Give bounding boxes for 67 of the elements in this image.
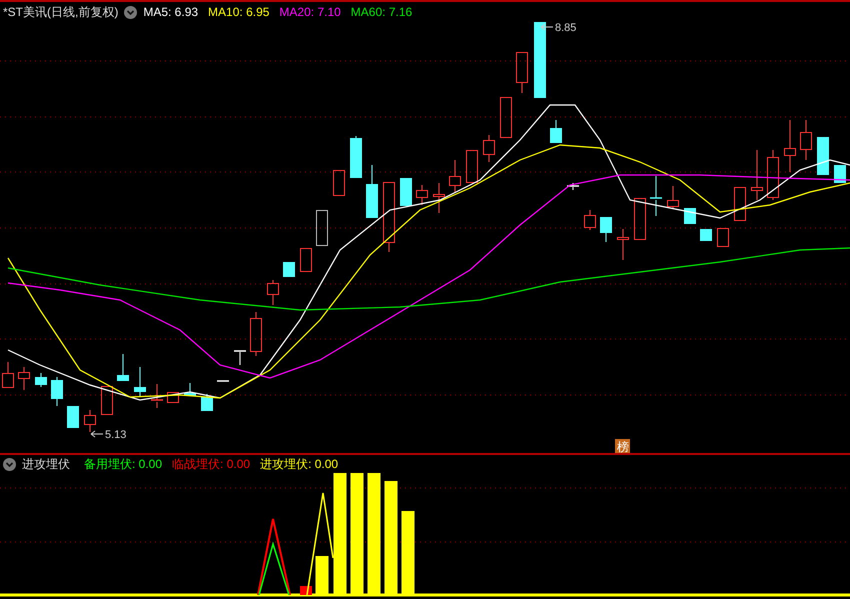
candlestick bbox=[567, 182, 579, 190]
candlestick bbox=[584, 210, 596, 230]
candlestick bbox=[333, 170, 345, 196]
candlestick bbox=[550, 120, 562, 144]
indicator-line bbox=[258, 541, 290, 596]
candlestick bbox=[234, 350, 246, 366]
candlestick bbox=[717, 228, 729, 248]
indicator-value: MA5: 6.93 bbox=[143, 4, 198, 21]
arrow-icon bbox=[540, 24, 554, 30]
candlestick bbox=[366, 164, 378, 218]
low-price-label: 5.13 bbox=[105, 429, 126, 441]
candlestick bbox=[800, 120, 812, 160]
chart-title: *ST美讯(日线,前复权) bbox=[3, 4, 118, 21]
candlestick bbox=[617, 228, 629, 260]
indicator-value: MA10: 6.95 bbox=[208, 4, 270, 21]
candlestick bbox=[734, 186, 746, 222]
candlestick bbox=[283, 262, 295, 278]
candlestick bbox=[117, 354, 129, 382]
candlestick bbox=[184, 382, 196, 396]
candlestick bbox=[267, 280, 279, 306]
candlestick bbox=[18, 366, 30, 390]
candlestick bbox=[134, 366, 146, 398]
candlestick bbox=[500, 96, 512, 138]
candlestick bbox=[449, 160, 461, 192]
candlestick bbox=[817, 136, 829, 176]
candlestick bbox=[650, 176, 662, 216]
candlestick bbox=[700, 228, 712, 242]
candlestick bbox=[250, 312, 262, 356]
candlestick bbox=[634, 198, 646, 240]
candlestick bbox=[466, 150, 478, 184]
candlestick bbox=[67, 406, 79, 428]
indicator-value: 备用埋伏: 0.00 bbox=[84, 456, 162, 473]
candlestick bbox=[784, 120, 796, 172]
high-price-label: 8.85 bbox=[555, 22, 576, 34]
candlestick bbox=[316, 210, 328, 246]
candlestick bbox=[834, 164, 846, 184]
candlestick bbox=[151, 384, 163, 408]
rank-badge: 榜 bbox=[615, 439, 630, 453]
indicator-value: 临战埋伏: 0.00 bbox=[172, 456, 250, 473]
candlestick bbox=[751, 150, 763, 200]
indicator-value: 进攻埋伏: 0.00 bbox=[260, 456, 338, 473]
candlestick bbox=[416, 184, 428, 206]
candlestick bbox=[383, 182, 395, 252]
candlestick bbox=[684, 208, 696, 224]
candlestick bbox=[516, 52, 528, 94]
candlestick bbox=[51, 376, 63, 406]
indicator-value: MA20: 7.10 bbox=[279, 4, 341, 21]
dropdown-icon[interactable] bbox=[124, 6, 138, 18]
candlestick bbox=[217, 380, 229, 382]
candlestick bbox=[350, 136, 362, 178]
indicator-value: MA60: 7.16 bbox=[350, 4, 412, 21]
candlestick bbox=[2, 362, 14, 388]
candlestick bbox=[84, 410, 96, 432]
arrow-icon bbox=[90, 430, 104, 438]
candlestick bbox=[767, 150, 779, 200]
candlestick bbox=[600, 216, 612, 242]
candlestick bbox=[300, 248, 312, 272]
candlestick bbox=[167, 392, 179, 404]
dropdown-icon[interactable] bbox=[3, 458, 16, 470]
volume-bar bbox=[316, 556, 328, 595]
candlestick bbox=[101, 386, 113, 416]
candlestick bbox=[483, 134, 495, 162]
candlestick bbox=[400, 178, 412, 206]
candlestick bbox=[35, 372, 47, 388]
candlestick bbox=[667, 186, 679, 210]
candlestick bbox=[433, 182, 445, 214]
chart-title: 进攻埋伏 bbox=[22, 456, 70, 473]
